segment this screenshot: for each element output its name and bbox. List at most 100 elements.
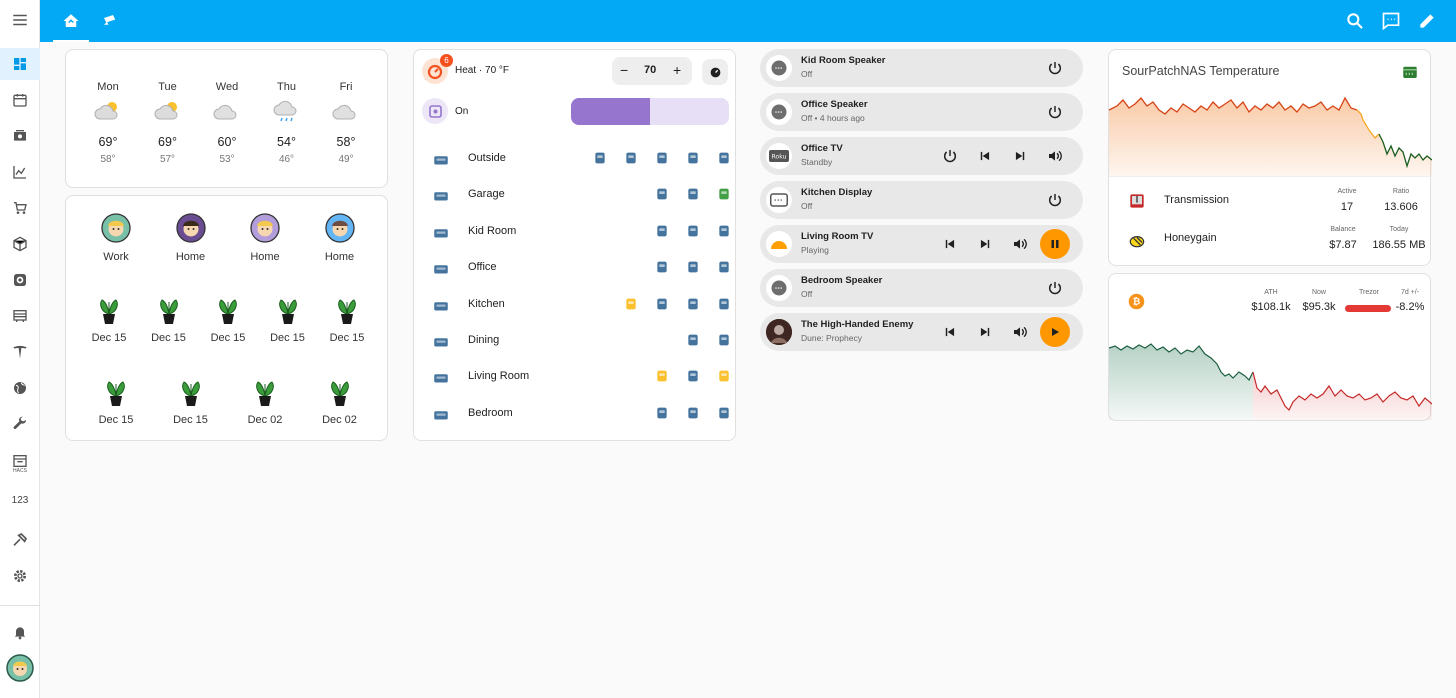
- room-row[interactable]: Bedroom: [432, 397, 732, 433]
- box-icon[interactable]: [0, 228, 40, 260]
- plant-icon[interactable]: [331, 294, 363, 326]
- plant-icon[interactable]: [93, 294, 125, 326]
- cart-icon[interactable]: [0, 192, 40, 224]
- assist-icon[interactable]: [1381, 11, 1401, 31]
- setpoint-minus-button[interactable]: −: [620, 62, 628, 78]
- plant-icon[interactable]: [324, 376, 356, 408]
- speaker-icon[interactable]: [716, 405, 732, 421]
- person-avatar[interactable]: [175, 213, 206, 243]
- cctv-icon[interactable]: [592, 150, 608, 166]
- room-row[interactable]: Kid Room: [432, 215, 732, 251]
- avatar[interactable]: [0, 652, 40, 684]
- wifi-icon[interactable]: [716, 259, 732, 275]
- globe-icon[interactable]: [0, 372, 40, 404]
- next-button[interactable]: [974, 321, 996, 343]
- plant-icon[interactable]: [175, 376, 207, 408]
- plant-icon[interactable]: [212, 294, 244, 326]
- thermostat-icon[interactable]: 6: [422, 54, 453, 84]
- power-button[interactable]: [1044, 277, 1066, 299]
- previous-button[interactable]: [939, 233, 961, 255]
- floor-lamp-icon[interactable]: [685, 259, 701, 275]
- light-icon[interactable]: [422, 98, 448, 124]
- bell-icon[interactable]: [0, 616, 40, 648]
- fridge-icon[interactable]: [716, 296, 732, 312]
- nas-card[interactable]: SourPatchNAS Temperature Transmission Ac…: [1108, 49, 1432, 266]
- plant-icon[interactable]: [153, 294, 185, 326]
- previous-button[interactable]: [974, 145, 996, 167]
- bowl-icon[interactable]: [685, 150, 701, 166]
- lock-icon[interactable]: [716, 186, 732, 202]
- media-player-pill[interactable]: Office Speaker Off • 4 hours ago: [760, 93, 1083, 131]
- plant-icon[interactable]: [249, 376, 281, 408]
- wrench-icon[interactable]: [0, 408, 40, 440]
- play-button[interactable]: [1040, 317, 1070, 347]
- room-row[interactable]: Living Room: [432, 360, 732, 396]
- power-button[interactable]: [1044, 189, 1066, 211]
- setpoint-plus-button[interactable]: +: [673, 62, 681, 78]
- room-row[interactable]: Kitchen: [432, 288, 732, 324]
- media-player-pill[interactable]: Kitchen Display Off: [760, 181, 1083, 219]
- person-avatar[interactable]: [101, 213, 131, 243]
- pendant-lamp-icon[interactable]: [716, 332, 732, 348]
- room-row[interactable]: Office: [432, 251, 732, 287]
- menu-icon[interactable]: [0, 4, 40, 36]
- media-player-pill[interactable]: Kid Room Speaker Off: [760, 49, 1083, 87]
- person-avatar[interactable]: [250, 213, 280, 243]
- media-player-pill[interactable]: Roku Office TV Standby: [760, 137, 1083, 175]
- pause-button[interactable]: [1040, 229, 1070, 259]
- tab-cameras[interactable]: [92, 0, 128, 42]
- previous-button[interactable]: [939, 321, 961, 343]
- media-player-pill[interactable]: Living Room TV Playing: [760, 225, 1083, 263]
- microwave-icon[interactable]: [685, 296, 701, 312]
- garage-sensor-icon[interactable]: [685, 186, 701, 202]
- edit-icon[interactable]: [1417, 11, 1437, 31]
- nas-icon[interactable]: [654, 259, 670, 275]
- doorbell-icon[interactable]: [623, 150, 639, 166]
- media-player-pill[interactable]: The High-Handed Enemy Dune: Prophecy: [760, 313, 1083, 351]
- history-icon[interactable]: [0, 156, 40, 188]
- person-avatar[interactable]: [324, 213, 355, 243]
- plant-icon[interactable]: [272, 294, 304, 326]
- hacs-icon[interactable]: HACS: [0, 448, 40, 480]
- blinds-icon[interactable]: [0, 300, 40, 332]
- weather-card[interactable]: Mon 69° 58° Tue 69° 57° Wed 60° 53° Thu 54° 46° Fri 5…: [65, 49, 388, 188]
- bulb-icon[interactable]: [685, 405, 701, 421]
- calendar-icon[interactable]: [0, 84, 40, 116]
- room-row[interactable]: Outside: [432, 142, 732, 178]
- room-row[interactable]: Dining: [432, 324, 732, 360]
- camera-icon[interactable]: [0, 264, 40, 296]
- media-player-pill[interactable]: Bedroom Speaker Off: [760, 269, 1083, 307]
- tab-home[interactable]: [53, 0, 89, 42]
- speaker-icon[interactable]: [654, 405, 670, 421]
- search-icon[interactable]: [1345, 11, 1365, 31]
- next-button[interactable]: [1009, 145, 1031, 167]
- volume-button[interactable]: [1044, 145, 1066, 167]
- tesla-icon[interactable]: [0, 336, 40, 368]
- volume-button[interactable]: [1009, 233, 1031, 255]
- hammer-icon[interactable]: [0, 524, 40, 556]
- tripod-lamp-icon[interactable]: [716, 368, 732, 384]
- dashboard-icon[interactable]: [0, 48, 40, 80]
- settings-icon[interactable]: [0, 560, 40, 592]
- volume-button[interactable]: [1009, 321, 1031, 343]
- cctv-icon[interactable]: [654, 186, 670, 202]
- next-button[interactable]: [974, 233, 996, 255]
- faucet-icon[interactable]: [654, 150, 670, 166]
- power-button[interactable]: [1044, 57, 1066, 79]
- ceiling-fan-icon[interactable]: [685, 332, 701, 348]
- bitcoin-card[interactable]: ₿ ATH $108.1k Now $95.3k Trezor 7d +/- -…: [1108, 273, 1432, 421]
- floor-lamp-icon[interactable]: [685, 368, 701, 384]
- owl-icon[interactable]: [685, 223, 701, 239]
- media-icon[interactable]: [0, 120, 40, 152]
- brightness-slider[interactable]: [571, 98, 729, 125]
- numbers-icon[interactable]: 123: [0, 484, 40, 516]
- light-panel-icon[interactable]: [654, 368, 670, 384]
- lamp-icon[interactable]: [654, 223, 670, 239]
- room-row[interactable]: Garage: [432, 178, 732, 214]
- thermostat-mode-button[interactable]: [702, 59, 728, 85]
- bulb-icon[interactable]: [623, 296, 639, 312]
- plant-icon[interactable]: [100, 376, 132, 408]
- power-button[interactable]: [1044, 101, 1066, 123]
- rocket-lamp-icon[interactable]: [716, 223, 732, 239]
- calendar-icon[interactable]: [654, 296, 670, 312]
